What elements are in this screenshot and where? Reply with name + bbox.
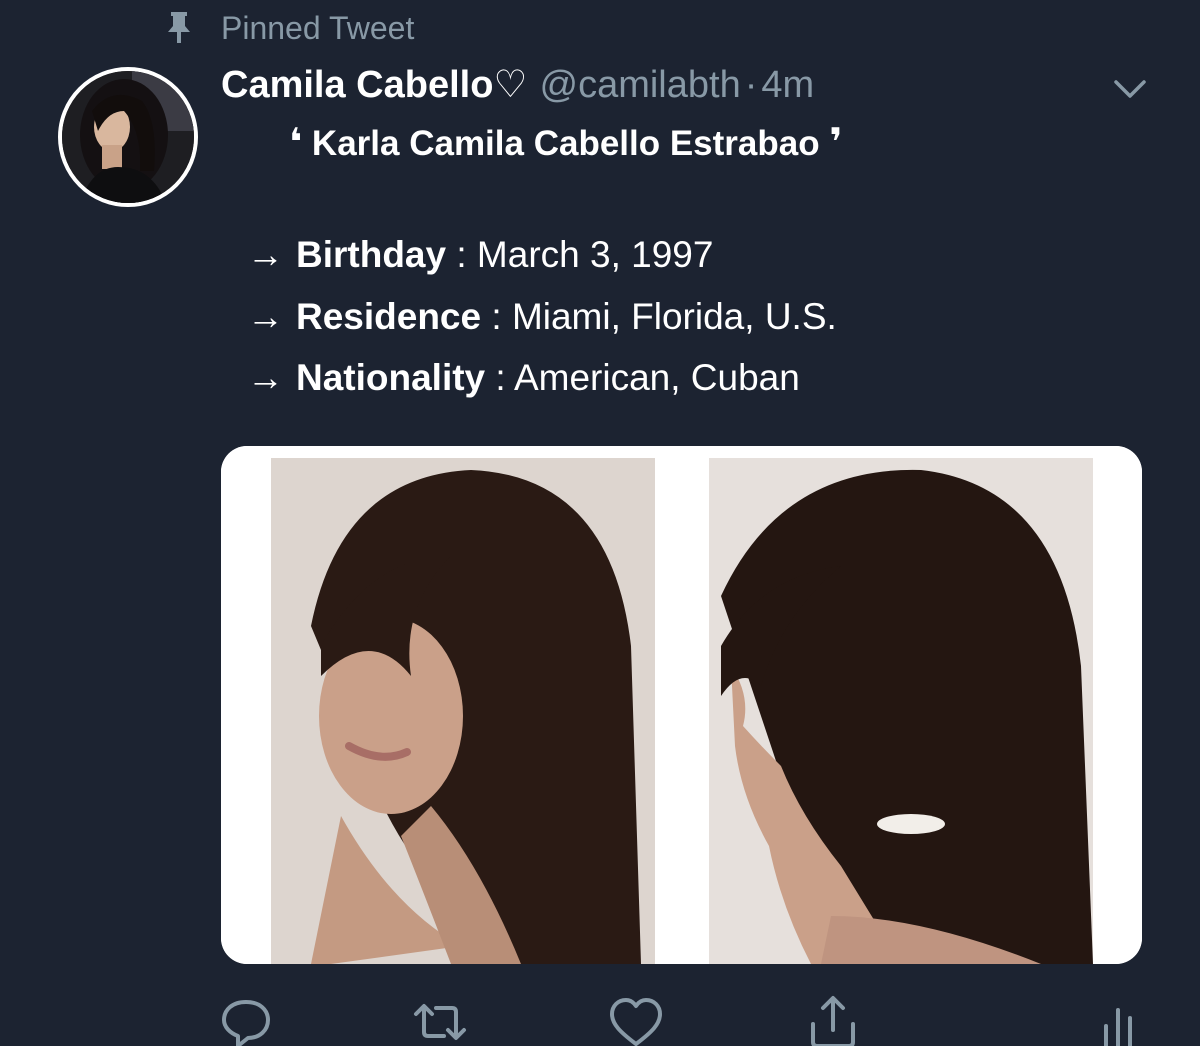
separator-dot: ·	[744, 64, 758, 106]
photo-left	[271, 458, 655, 964]
info-value: March 3, 1997	[476, 234, 714, 275]
like-icon[interactable]	[606, 992, 666, 1046]
info-label: Residence	[296, 296, 482, 337]
close-quote: ❜	[829, 122, 843, 164]
analytics-icon[interactable]	[1090, 992, 1150, 1046]
username[interactable]: @camilabth	[540, 64, 741, 106]
open-quote: ❛	[289, 122, 303, 164]
nationality-line: → Nationality : American, Cuban	[247, 353, 800, 403]
info-label: Nationality	[296, 357, 486, 398]
display-name[interactable]: Camila Cabello♡	[221, 64, 528, 106]
pinned-tweet-label: Pinned Tweet	[221, 10, 415, 46]
info-value: Miami, Florida, U.S.	[511, 296, 837, 337]
pinned-tweet[interactable]: Pinned Tweet Camila Cabello♡ @camilabth · 4…	[0, 0, 1200, 1046]
photo-right	[709, 458, 1093, 964]
arrow-icon: →	[247, 296, 284, 337]
info-label: Birthday	[296, 234, 447, 275]
full-name-line: ❛ Karla Camila Cabello Estrabao ❜	[289, 116, 843, 171]
avatar[interactable]	[58, 67, 198, 207]
timestamp[interactable]: 4m	[761, 64, 814, 106]
retweet-icon[interactable]	[410, 992, 470, 1046]
residence-line: → Residence : Miami, Florida, U.S.	[247, 292, 837, 342]
share-icon[interactable]	[803, 992, 863, 1046]
info-value: American, Cuban	[513, 357, 800, 398]
full-name: Karla Camila Cabello Estrabao	[311, 124, 820, 163]
pinned-tweet-header: Pinned Tweet	[0, 6, 600, 48]
pin-icon	[168, 12, 190, 43]
tweet-header: Camila Cabello♡ @camilabth · 4m	[221, 60, 814, 110]
info-separator: :	[446, 234, 477, 275]
arrow-icon: →	[247, 234, 284, 275]
info-separator: :	[485, 357, 514, 398]
chevron-down-icon[interactable]	[1110, 74, 1150, 104]
tweet-media-image[interactable]	[221, 446, 1142, 964]
birthday-line: → Birthday : March 3, 1997	[247, 230, 713, 280]
arrow-icon: →	[247, 357, 284, 398]
reply-icon[interactable]	[216, 992, 276, 1046]
info-separator: :	[481, 296, 512, 337]
tweet-actions	[0, 992, 1200, 1046]
